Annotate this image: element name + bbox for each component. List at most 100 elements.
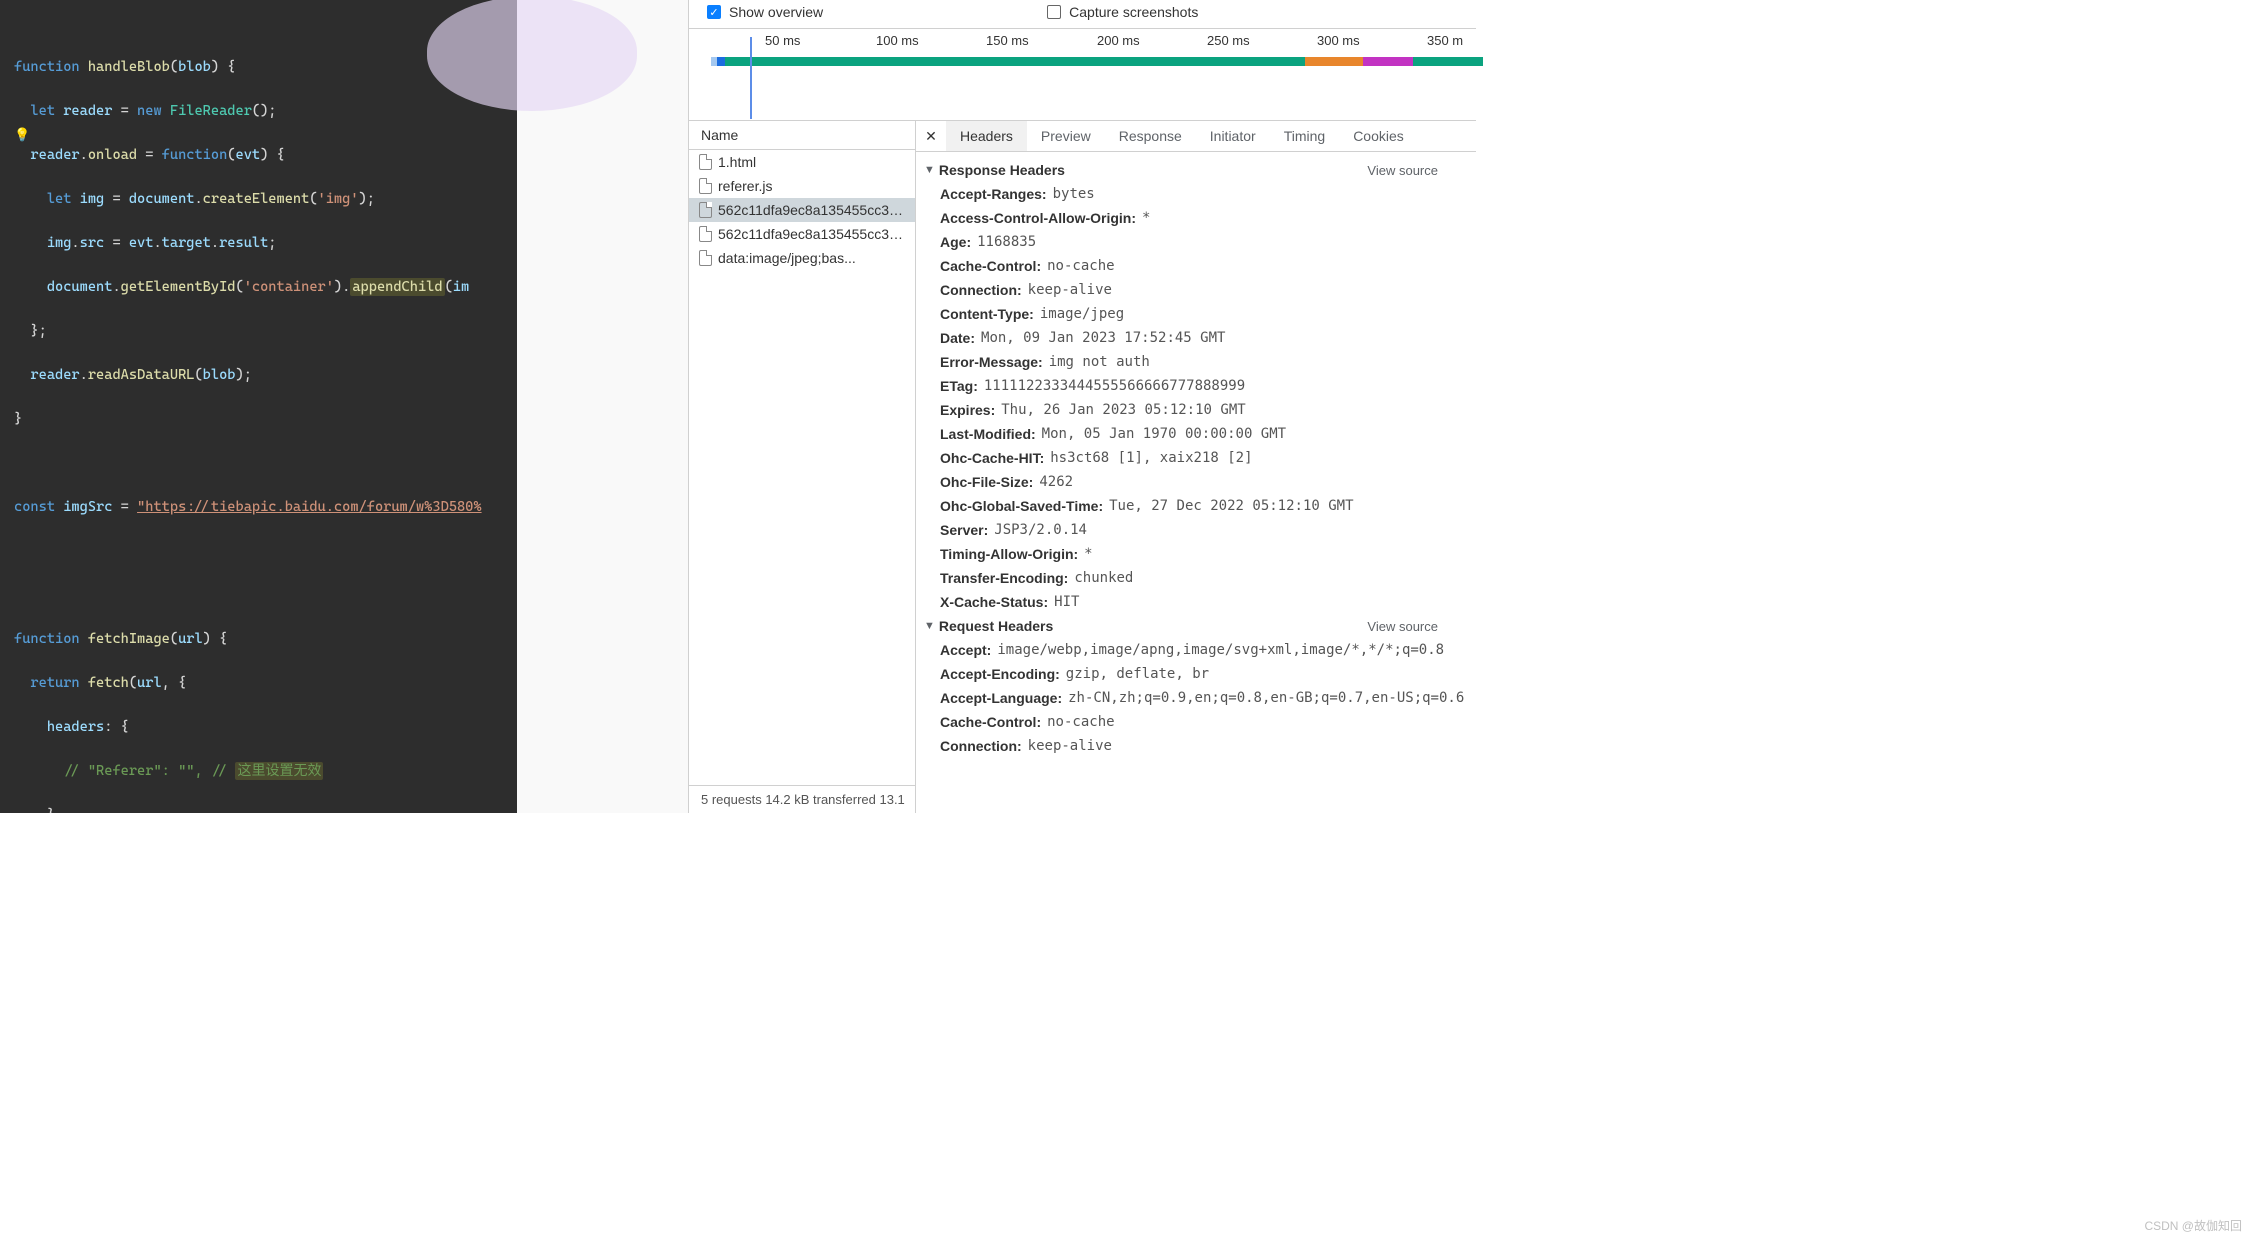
header-key: Cache-Control: [940, 714, 1041, 730]
triangle-down-icon: ▼ [924, 620, 935, 632]
file-icon [699, 226, 712, 242]
header-row: Ohc-File-Size:4262 [916, 470, 1476, 494]
header-row: Age: 1168835 [916, 230, 1476, 254]
timeline-playhead[interactable] [750, 37, 752, 119]
tab-headers[interactable]: Headers [946, 121, 1027, 151]
header-key: Server: [940, 522, 988, 538]
header-value: * [1142, 210, 1150, 226]
header-key: Ohc-Cache-HIT: [940, 450, 1044, 466]
header-key: Cache-Control: [940, 258, 1041, 274]
header-value: image/jpeg [1040, 306, 1124, 322]
decorative-blob [427, 0, 637, 111]
timeline-tick: 200 ms [1097, 33, 1140, 48]
request-row[interactable]: referer.js [689, 174, 915, 198]
header-value: no-cache [1047, 714, 1114, 730]
header-key: Connection: [940, 738, 1022, 754]
header-key: Content-Type: [940, 306, 1034, 322]
header-value: 1111122333444555566666777888999 [984, 378, 1245, 394]
timeline-tick: 350 m [1427, 33, 1463, 48]
header-key: Date: [940, 330, 975, 346]
header-row: Access-Control-Allow-Origin: * [916, 206, 1476, 230]
response-headers-section[interactable]: ▼ Response Headers View source [916, 158, 1476, 182]
browser-preview [517, 0, 688, 813]
header-row: ETag: 1111122333444555566666777888999 [916, 374, 1476, 398]
timeline-tick: 50 ms [765, 33, 800, 48]
show-overview-option[interactable]: ✓ Show overview [707, 4, 823, 20]
header-row: Ohc-Cache-HIT: hs3ct68 [1], xaix218 [2] [916, 446, 1476, 470]
header-row: Error-Message:img not auth [916, 350, 1476, 374]
watermark: CSDN @故伽知回 [2144, 1217, 2242, 1234]
request-row[interactable]: 562c11dfa9ec8a135455cc35b... [689, 222, 915, 246]
header-row: Content-Type: image/jpeg [916, 302, 1476, 326]
timeline-overview[interactable]: 50 ms100 ms150 ms200 ms250 ms300 ms350 m [689, 29, 1476, 121]
timeline-tick: 250 ms [1207, 33, 1250, 48]
file-icon [699, 154, 712, 170]
header-value: Mon, 05 Jan 1970 00:00:00 GMT [1042, 426, 1286, 442]
header-row: Timing-Allow-Origin: * [916, 542, 1476, 566]
header-key: ETag: [940, 378, 978, 394]
name-column-header[interactable]: Name [689, 121, 915, 150]
header-value: hs3ct68 [1], xaix218 [2] [1050, 450, 1252, 466]
checkbox-checked-icon[interactable]: ✓ [707, 5, 721, 19]
header-value: img not auth [1049, 354, 1150, 370]
tab-response[interactable]: Response [1105, 121, 1196, 151]
timeline-tick: 300 ms [1317, 33, 1360, 48]
header-value: * [1084, 546, 1092, 562]
header-value: HIT [1054, 594, 1079, 610]
tab-initiator[interactable]: Initiator [1196, 121, 1270, 151]
request-name: 1.html [718, 154, 756, 170]
request-row[interactable]: 562c11dfa9ec8a135455cc35b... [689, 198, 915, 222]
capture-screenshots-option[interactable]: Capture screenshots [1047, 4, 1198, 20]
header-row: Accept-Language:zh-CN,zh;q=0.9,en;q=0.8,… [916, 686, 1476, 710]
header-key: X-Cache-Status: [940, 594, 1048, 610]
close-icon[interactable]: ✕ [916, 128, 946, 145]
header-row: Expires:Thu, 26 Jan 2023 05:12:10 GMT [916, 398, 1476, 422]
header-value: 4262 [1039, 474, 1073, 490]
request-row[interactable]: 1.html [689, 150, 915, 174]
file-icon [699, 178, 712, 194]
file-icon [699, 250, 712, 266]
header-key: Accept-Ranges: [940, 186, 1047, 202]
header-key: Last-Modified: [940, 426, 1036, 442]
request-detail: ✕ HeadersPreviewResponseInitiatorTimingC… [916, 121, 1476, 813]
header-row: Connection: keep-alive [916, 734, 1476, 758]
header-row: Accept:image/webp,image/apng,image/svg+x… [916, 638, 1476, 662]
timeline-waterfall [711, 57, 1476, 67]
request-name: data:image/jpeg;bas... [718, 250, 856, 266]
view-source-link[interactable]: View source [1367, 619, 1438, 634]
tab-timing[interactable]: Timing [1270, 121, 1340, 151]
header-key: Ohc-Global-Saved-Time: [940, 498, 1103, 514]
file-icon [699, 202, 712, 218]
devtools-panel: ✓ Show overview Capture screenshots 50 m… [688, 0, 1476, 813]
detail-tabs: ✕ HeadersPreviewResponseInitiatorTimingC… [916, 121, 1476, 152]
request-row[interactable]: data:image/jpeg;bas... [689, 246, 915, 270]
header-value: bytes [1053, 186, 1095, 202]
status-bar: 5 requests 14.2 kB transferred 13.1 [689, 785, 915, 813]
header-row: Server:JSP3/2.0.14 [916, 518, 1476, 542]
header-key: Access-Control-Allow-Origin: [940, 210, 1136, 226]
tab-cookies[interactable]: Cookies [1339, 121, 1418, 151]
header-row: Accept-Ranges: bytes [916, 182, 1476, 206]
header-value: zh-CN,zh;q=0.9,en;q=0.8,en-GB;q=0.7,en-U… [1068, 690, 1464, 706]
timeline-tick: 100 ms [876, 33, 919, 48]
header-row: Transfer-Encoding:chunked [916, 566, 1476, 590]
header-value: no-cache [1047, 258, 1114, 274]
request-headers-section[interactable]: ▼ Request Headers View source [916, 614, 1476, 638]
view-source-link[interactable]: View source [1367, 163, 1438, 178]
header-key: Age: [940, 234, 971, 250]
header-row: Last-Modified: Mon, 05 Jan 1970 00:00:00 … [916, 422, 1476, 446]
lightbulb-icon[interactable]: 💡 [14, 125, 30, 147]
header-key: Accept-Encoding: [940, 666, 1060, 682]
headers-panel[interactable]: ▼ Response Headers View source Accept-Ra… [916, 152, 1476, 813]
header-value: Tue, 27 Dec 2022 05:12:10 GMT [1109, 498, 1353, 514]
header-value: chunked [1074, 570, 1133, 586]
header-key: Timing-Allow-Origin: [940, 546, 1078, 562]
header-value: 1168835 [977, 234, 1036, 250]
header-value: keep-alive [1028, 738, 1112, 754]
tab-preview[interactable]: Preview [1027, 121, 1105, 151]
header-value: keep-alive [1028, 282, 1112, 298]
code-editor[interactable]: 💡 function handleBlob(blob) { let reader… [0, 0, 517, 813]
checkbox-unchecked-icon[interactable] [1047, 5, 1061, 19]
request-name: 562c11dfa9ec8a135455cc35b... [718, 226, 905, 242]
header-value: Thu, 26 Jan 2023 05:12:10 GMT [1001, 402, 1245, 418]
